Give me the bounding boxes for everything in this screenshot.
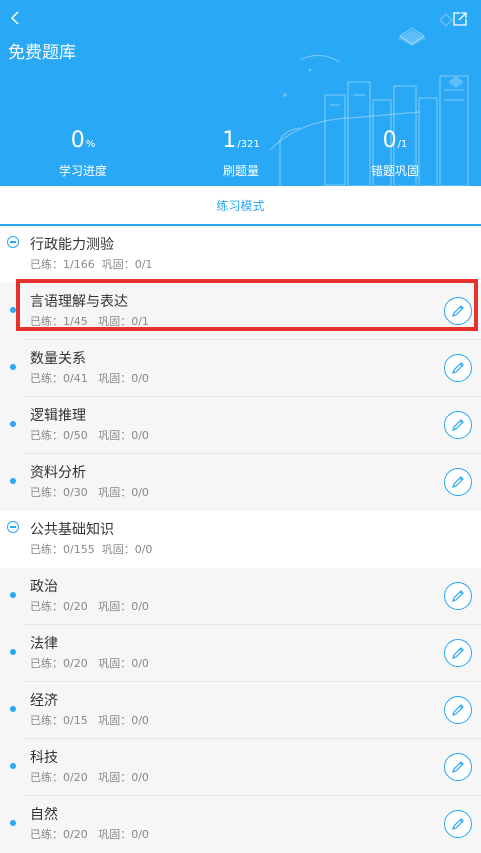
- back-button[interactable]: [4, 6, 26, 30]
- share-icon: [453, 12, 467, 26]
- item-progress: 已练：0/30 巩固：0/0: [30, 486, 149, 499]
- item-progress: 已练：0/20 巩固：0/0: [30, 600, 149, 613]
- item-progress: 已练：0/20 巩固：0/0: [30, 657, 149, 670]
- list-item[interactable]: 自然 已练：0/20 巩固：0/0: [0, 796, 481, 853]
- mode-bar: 练习模式: [0, 186, 481, 226]
- pencil-icon: [452, 761, 464, 773]
- item-name: 言语理解与表达: [30, 294, 128, 310]
- pencil-icon: [452, 476, 464, 488]
- practice-button[interactable]: [444, 696, 472, 724]
- item-name: 自然: [30, 807, 58, 823]
- section-row-administrative[interactable]: 行政能力测验 已练：1/166 巩固：0/1: [0, 226, 481, 283]
- practice-button[interactable]: [444, 468, 472, 496]
- item-progress: 已练：1/45 巩固：0/1: [30, 315, 149, 328]
- pencil-icon: [452, 818, 464, 830]
- item-progress: 已练：0/15 巩固：0/0: [30, 714, 149, 727]
- stat-unit: %: [85, 139, 96, 150]
- stat-label: 学习进度: [58, 164, 107, 178]
- section-row-public-knowledge[interactable]: 公共基础知识 已练：0/155 巩固：0/0: [0, 511, 481, 568]
- item-name: 逻辑推理: [30, 408, 86, 424]
- practice-button[interactable]: [444, 810, 472, 838]
- item-name: 经济: [30, 693, 58, 709]
- stat-unit: /1: [397, 139, 408, 150]
- pencil-icon: [452, 362, 464, 374]
- item-progress: 已练：0/41 巩固：0/0: [30, 372, 149, 385]
- practice-button[interactable]: [444, 753, 472, 781]
- pencil-icon: [452, 419, 464, 431]
- list-item[interactable]: 法律 已练：0/20 巩固：0/0: [0, 625, 481, 682]
- stat-label: 刷题量: [222, 164, 259, 178]
- timeline-dot: [10, 649, 16, 655]
- section-name: 行政能力测验: [30, 237, 114, 253]
- timeline-dot: [10, 364, 16, 370]
- item-name: 法律: [30, 636, 58, 652]
- collapse-icon[interactable]: [7, 521, 19, 533]
- practice-button[interactable]: [444, 354, 472, 382]
- practice-button[interactable]: [444, 639, 472, 667]
- item-progress: 已练：0/20 巩固：0/0: [30, 828, 149, 841]
- stat-label: 错题巩固: [370, 164, 419, 178]
- item-name: 资料分析: [30, 465, 86, 481]
- item-name: 政治: [30, 579, 58, 595]
- share-button[interactable]: [449, 8, 471, 30]
- stat-unit: /321: [237, 139, 260, 150]
- section-progress: 已练：0/155 巩固：0/0: [30, 543, 153, 556]
- item-progress: 已练：0/20 巩固：0/0: [30, 771, 149, 784]
- pencil-icon: [452, 590, 464, 602]
- list-item[interactable]: 政治 已练：0/20 巩固：0/0: [0, 568, 481, 625]
- tab-practice-mode[interactable]: 练习模式: [216, 197, 264, 214]
- list-item[interactable]: 数量关系 已练：0/41 巩固：0/0: [0, 340, 481, 397]
- practice-button[interactable]: [444, 411, 472, 439]
- list-item[interactable]: 言语理解与表达 已练：1/45 巩固：0/1: [0, 283, 481, 340]
- timeline-dot: [10, 592, 16, 598]
- collapse-icon[interactable]: [7, 236, 19, 248]
- item-name: 科技: [30, 750, 58, 766]
- stat-value: 0: [382, 128, 397, 153]
- pencil-icon: [452, 704, 464, 716]
- item-progress: 已练：0/50 巩固：0/0: [30, 429, 149, 442]
- pencil-icon: [452, 647, 464, 659]
- section-progress: 已练：1/166 巩固：0/1: [30, 258, 153, 271]
- stat-wrong-review: 0/1 错题巩固: [340, 128, 450, 179]
- section-name: 公共基础知识: [30, 522, 114, 538]
- timeline-dot: [10, 478, 16, 484]
- stat-progress: 0% 学习进度: [28, 128, 138, 179]
- practice-button[interactable]: [444, 582, 472, 610]
- stat-value: 1: [222, 128, 237, 153]
- list-item[interactable]: 逻辑推理 已练：0/50 巩固：0/0: [0, 397, 481, 454]
- list-item[interactable]: 资料分析 已练：0/30 巩固：0/0: [0, 454, 481, 511]
- list-item[interactable]: 经济 已练：0/15 巩固：0/0: [0, 682, 481, 739]
- practice-button[interactable]: [444, 297, 472, 325]
- page-title: 免费题库: [8, 43, 76, 63]
- timeline-dot: [10, 763, 16, 769]
- list-item[interactable]: 科技 已练：0/20 巩固：0/0: [0, 739, 481, 796]
- stat-question-count: 1/321 刷题量: [186, 128, 296, 179]
- timeline-dot: [10, 421, 16, 427]
- timeline-dot: [10, 307, 16, 313]
- item-name: 数量关系: [30, 351, 86, 367]
- timeline-dot: [10, 820, 16, 826]
- timeline-dot: [10, 706, 16, 712]
- header: 免费题库 0% 学习进度 1/321 刷题量 0/1 错题巩固: [0, 0, 481, 186]
- pencil-icon: [452, 305, 464, 317]
- chevron-left-icon: [10, 11, 19, 25]
- stat-value: 0: [70, 128, 85, 153]
